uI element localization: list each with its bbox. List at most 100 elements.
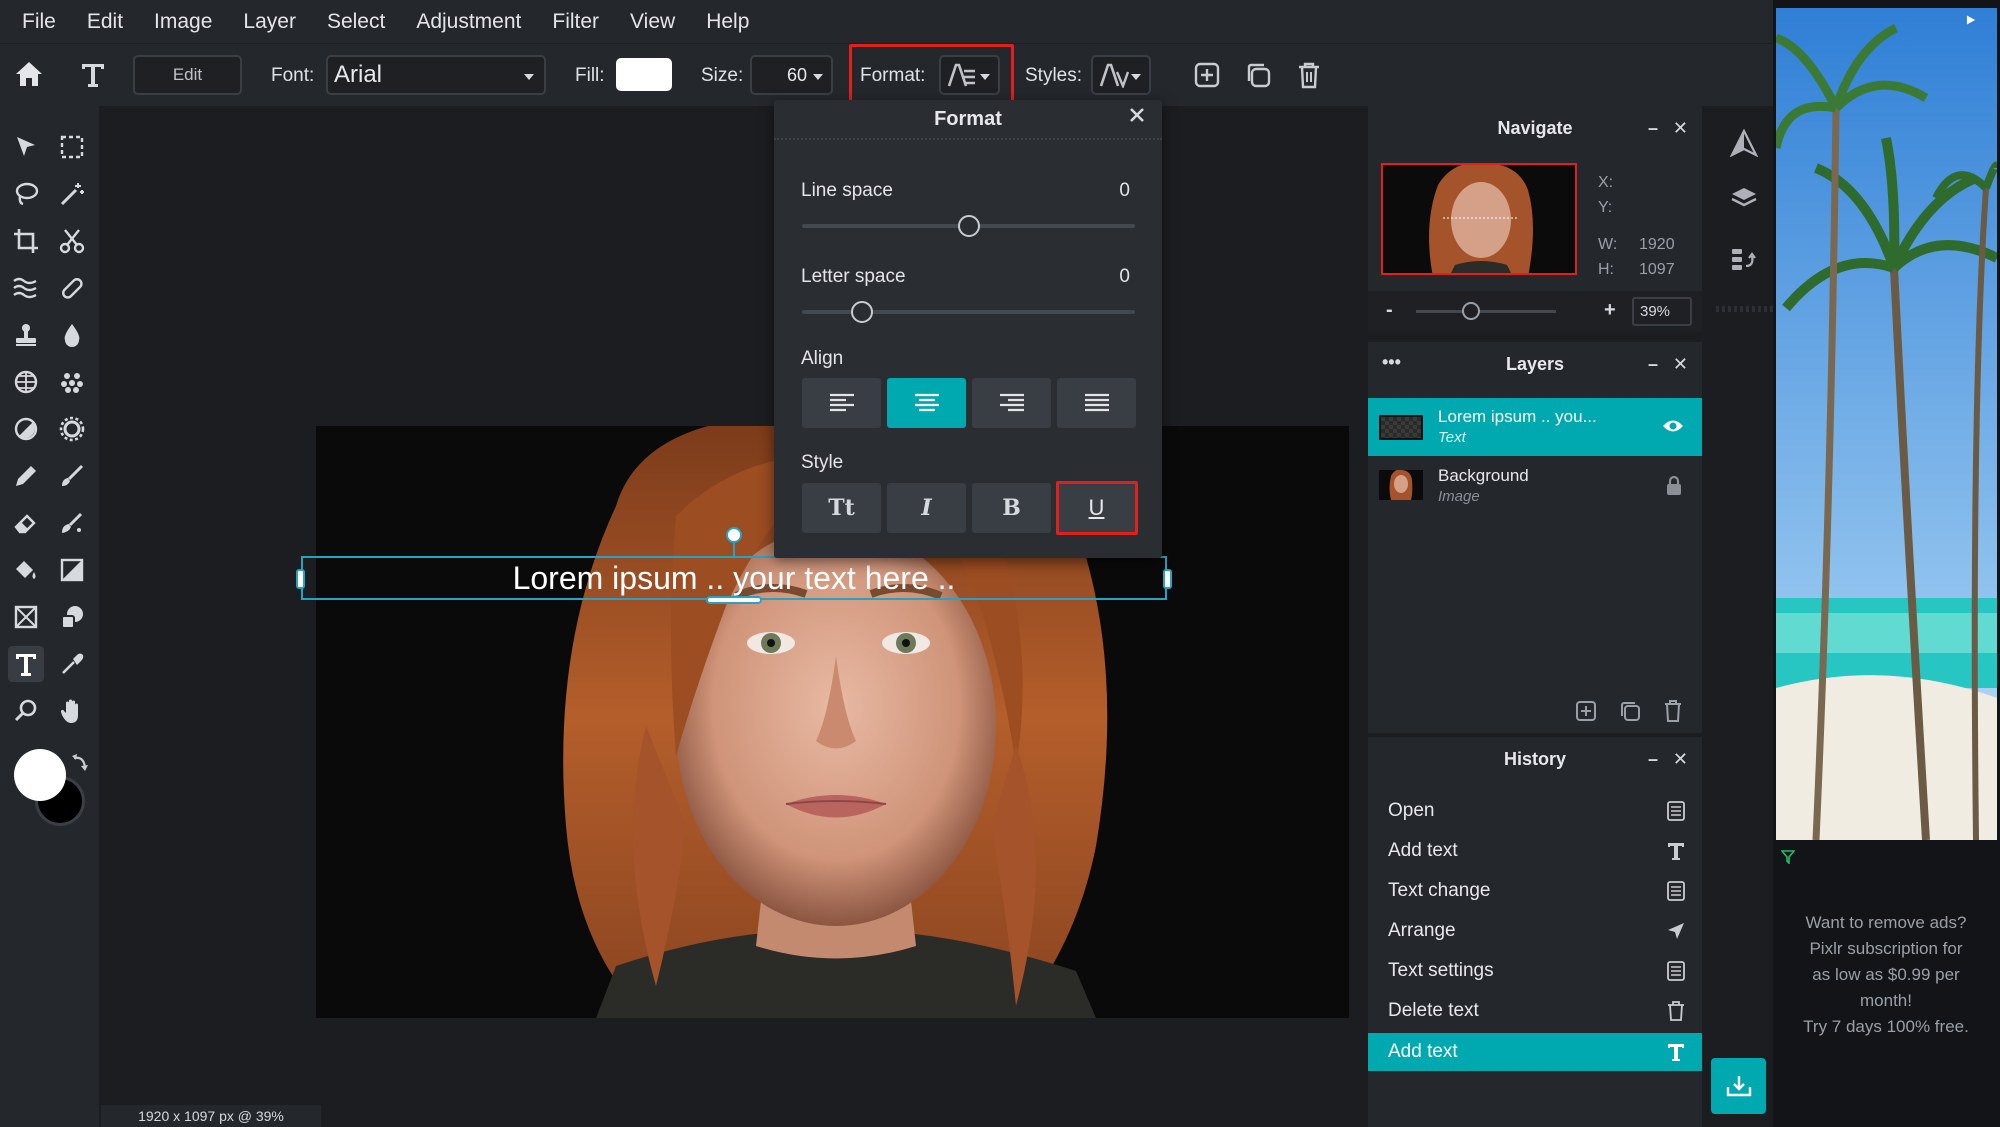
history-item[interactable]: Arrange bbox=[1368, 912, 1702, 950]
eraser-icon[interactable] bbox=[8, 505, 44, 541]
history-item[interactable]: Text settings bbox=[1368, 952, 1702, 990]
close-icon[interactable]: ✕ bbox=[1673, 749, 1688, 770]
zoom-icon[interactable] bbox=[8, 693, 44, 729]
brush-icon[interactable] bbox=[54, 458, 90, 494]
dodge-burn-icon[interactable] bbox=[8, 411, 44, 447]
resize-handle-left[interactable] bbox=[296, 569, 305, 589]
menu-adjustment[interactable]: Adjustment bbox=[416, 10, 521, 34]
style-case-button[interactable]: Tt bbox=[802, 483, 881, 533]
history-item[interactable]: Open bbox=[1368, 792, 1702, 830]
home-icon[interactable] bbox=[14, 60, 44, 88]
swap-colors-icon[interactable] bbox=[70, 754, 90, 776]
zoom-input[interactable]: 39% bbox=[1632, 297, 1692, 326]
history-item[interactable]: Delete text bbox=[1368, 992, 1702, 1030]
foreground-color-swatch[interactable] bbox=[14, 749, 66, 801]
canvas-text[interactable]: Lorem ipsum .. your text here .. bbox=[513, 560, 956, 597]
close-icon[interactable]: ✕ bbox=[1673, 118, 1688, 139]
history-item[interactable]: Add text bbox=[1368, 832, 1702, 870]
magic-wand-icon[interactable] bbox=[54, 176, 90, 212]
zoom-slider-track[interactable] bbox=[1416, 310, 1556, 313]
shapes-icon[interactable] bbox=[54, 599, 90, 635]
liquify-icon[interactable] bbox=[8, 270, 44, 306]
history-item-active[interactable]: Add text bbox=[1368, 1033, 1702, 1071]
edit-text-button[interactable]: Edit bbox=[133, 55, 242, 95]
layers-menu-icon[interactable]: ••• bbox=[1382, 352, 1401, 373]
lasso-icon[interactable] bbox=[8, 176, 44, 212]
lock-icon[interactable] bbox=[1666, 476, 1682, 496]
duplicate-layer-icon[interactable] bbox=[1619, 700, 1641, 722]
crop-icon[interactable] bbox=[8, 223, 44, 259]
canvas-area[interactable] bbox=[99, 106, 1368, 1127]
menu-select[interactable]: Select bbox=[327, 10, 385, 34]
layer-item-background[interactable]: Background Image bbox=[1368, 457, 1702, 515]
fill-color-swatch[interactable] bbox=[616, 58, 672, 91]
marquee-select-icon[interactable] bbox=[54, 129, 90, 165]
menu-help[interactable]: Help bbox=[706, 10, 749, 34]
arrange-tool-icon[interactable] bbox=[8, 129, 44, 165]
add-layer-icon[interactable] bbox=[1193, 61, 1221, 89]
size-select[interactable]: 60 bbox=[750, 55, 833, 95]
eyedropper-icon[interactable] bbox=[54, 646, 90, 682]
history-item[interactable]: Text change bbox=[1368, 872, 1702, 910]
font-select[interactable]: Arial bbox=[326, 55, 546, 95]
navigator-toggle-icon[interactable] bbox=[1730, 129, 1758, 157]
gradient-icon[interactable] bbox=[54, 552, 90, 588]
minimize-icon[interactable]: – bbox=[1648, 354, 1658, 375]
style-bold-button[interactable]: B bbox=[972, 483, 1051, 533]
clone-stamp-icon[interactable] bbox=[8, 317, 44, 353]
navigator-thumbnail[interactable] bbox=[1381, 163, 1577, 275]
history-toggle-icon[interactable] bbox=[1730, 246, 1758, 274]
scissors-icon[interactable] bbox=[54, 223, 90, 259]
hand-pan-icon[interactable] bbox=[54, 693, 90, 729]
trash-icon[interactable] bbox=[1295, 60, 1323, 90]
close-icon[interactable]: ✕ bbox=[1673, 354, 1688, 375]
text-tool-icon[interactable] bbox=[8, 646, 44, 682]
pencil-icon[interactable] bbox=[8, 458, 44, 494]
ad-text-line: Pixlr subscription for bbox=[1809, 939, 1963, 958]
ad-beach-image[interactable] bbox=[1776, 8, 1997, 840]
align-left-button[interactable] bbox=[802, 378, 881, 428]
duplicate-icon[interactable] bbox=[1244, 61, 1272, 89]
minimize-icon[interactable]: – bbox=[1648, 118, 1658, 139]
text-style-icon bbox=[1099, 63, 1129, 88]
close-icon[interactable] bbox=[1128, 106, 1146, 124]
menu-layer[interactable]: Layer bbox=[243, 10, 296, 34]
style-italic-button[interactable]: I bbox=[887, 483, 966, 533]
blur-drop-icon[interactable] bbox=[54, 317, 90, 353]
layer-item-text[interactable]: Lorem ipsum .. you... Text bbox=[1368, 398, 1702, 456]
format-dropdown-button[interactable] bbox=[939, 55, 1000, 95]
letter-space-slider-knob[interactable] bbox=[850, 301, 873, 323]
heal-bandage-icon[interactable] bbox=[54, 270, 90, 306]
zoom-in-button[interactable]: + bbox=[1604, 299, 1616, 322]
styles-dropdown-button[interactable] bbox=[1091, 55, 1151, 95]
align-justify-button[interactable] bbox=[1057, 378, 1136, 428]
history-item-label: Open bbox=[1388, 800, 1435, 821]
ad-choices-icon[interactable] bbox=[1963, 12, 1979, 28]
smudge-brush-icon[interactable] bbox=[54, 505, 90, 541]
sponge-gear-icon[interactable] bbox=[54, 411, 90, 447]
menu-view[interactable]: View bbox=[630, 10, 675, 34]
menu-edit[interactable]: Edit bbox=[87, 10, 123, 34]
dots-pattern-icon[interactable] bbox=[54, 364, 90, 400]
layers-toggle-icon[interactable] bbox=[1730, 186, 1758, 210]
eye-visibility-icon[interactable] bbox=[1662, 418, 1684, 434]
add-layer-icon[interactable] bbox=[1575, 700, 1597, 722]
delete-layer-icon[interactable] bbox=[1662, 699, 1684, 723]
menu-image[interactable]: Image bbox=[154, 10, 212, 34]
resize-handle-bottom[interactable] bbox=[706, 596, 762, 604]
text-layer-bounding-box[interactable]: Lorem ipsum .. your text here .. bbox=[301, 556, 1167, 600]
resize-handle-right[interactable] bbox=[1163, 569, 1172, 589]
zoom-slider-knob[interactable] bbox=[1461, 302, 1480, 320]
rotate-handle[interactable] bbox=[726, 527, 742, 543]
align-center-button[interactable] bbox=[887, 378, 966, 428]
save-download-button[interactable] bbox=[1711, 1058, 1766, 1114]
menu-file[interactable]: File bbox=[22, 10, 56, 34]
menu-filter[interactable]: Filter bbox=[552, 10, 599, 34]
frame-placeholder-icon[interactable] bbox=[8, 599, 44, 635]
zoom-out-button[interactable]: - bbox=[1386, 299, 1393, 322]
pixelate-globe-icon[interactable] bbox=[8, 364, 44, 400]
align-right-button[interactable] bbox=[972, 378, 1051, 428]
line-space-slider-knob[interactable] bbox=[957, 215, 980, 237]
minimize-icon[interactable]: – bbox=[1648, 749, 1658, 770]
paint-bucket-icon[interactable] bbox=[8, 552, 44, 588]
